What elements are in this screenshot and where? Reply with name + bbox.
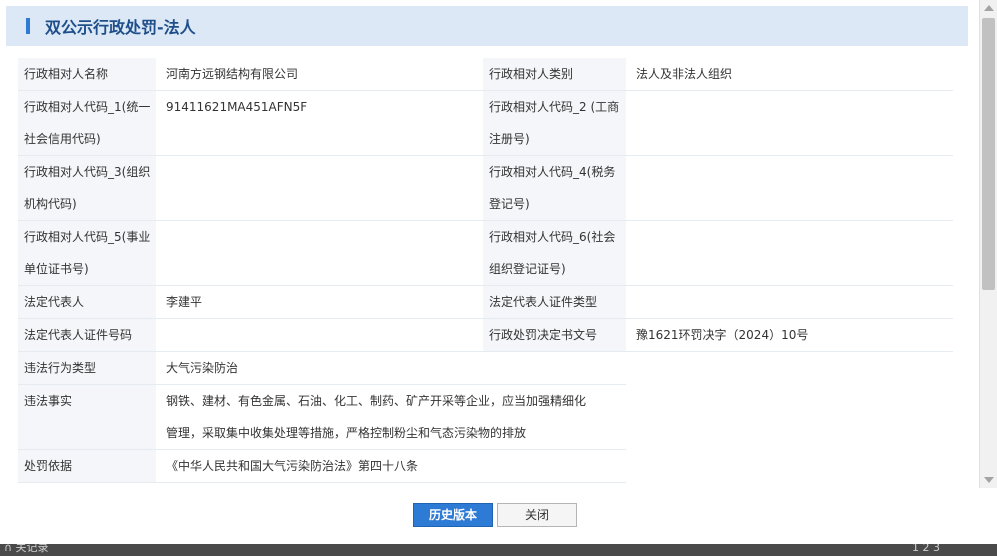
- detail-table: 行政相对人名称 河南方远钢结构有限公司 行政相对人类别 法人及非法人组织 行政相…: [18, 58, 953, 483]
- field-label: 行政相对人类别: [483, 58, 626, 91]
- table-row: 行政相对人代码_1(统一社会信用代码) 91411621MA451AFN5F 行…: [18, 90, 953, 156]
- field-label: 行政相对人代码_5(事业单位证书号): [18, 220, 156, 286]
- field-label: 违法事实: [18, 384, 156, 450]
- table-row: 行政相对人名称 河南方远钢结构有限公司 行政相对人类别 法人及非法人组织: [18, 58, 953, 91]
- table-row: 违法行为类型 大气污染防治: [18, 351, 953, 385]
- field-value: [626, 90, 953, 156]
- field-label: 法定代表人证件号码: [18, 318, 156, 352]
- field-value: [156, 155, 483, 221]
- title-accent-bar: [26, 18, 30, 34]
- field-value: 《中华人民共和国大气污染防治法》第四十八条: [156, 449, 626, 483]
- field-label: 行政相对人代码_1(统一社会信用代码): [18, 90, 156, 156]
- field-label: 行政相对人名称: [18, 58, 156, 91]
- field-label: 行政相对人代码_6(社会组织登记证号): [483, 220, 626, 286]
- field-value: 豫1621环罚决字（2024）10号: [626, 318, 953, 352]
- field-label: 法定代表人证件类型: [483, 285, 626, 319]
- dialog-title: 双公示行政处罚-法人: [45, 18, 196, 37]
- dialog-footer: 历史版本 关闭: [0, 488, 997, 544]
- close-button[interactable]: 关闭: [497, 503, 577, 527]
- field-label: 行政相对人代码_3(组织机构代码): [18, 155, 156, 221]
- scroll-down-arrow-icon[interactable]: [984, 477, 994, 483]
- field-value: [626, 285, 953, 319]
- field-value: 李建平: [156, 285, 483, 319]
- field-label: 法定代表人: [18, 285, 156, 319]
- table-row: 法定代表人证件号码 行政处罚决定书文号 豫1621环罚决字（2024）10号: [18, 318, 953, 352]
- field-value: 大气污染防治: [156, 351, 626, 385]
- field-value: 法人及非法人组织: [626, 58, 953, 91]
- table-row: 法定代表人 李建平 法定代表人证件类型: [18, 285, 953, 319]
- background-page-strip: ∩ 关记录 1 2 3: [0, 544, 997, 556]
- table-row: 行政相对人代码_3(组织机构代码) 行政相对人代码_4(税务登记号): [18, 155, 953, 221]
- field-value: 钢铁、建材、有色金属、石油、化工、制药、矿产开采等企业，应当加强精细化管理，采取…: [156, 384, 626, 450]
- field-label: 行政处罚决定书文号: [483, 318, 626, 352]
- scrollbar-thumb[interactable]: [982, 18, 995, 290]
- history-version-button[interactable]: 历史版本: [413, 503, 493, 527]
- field-value: [156, 318, 483, 352]
- detail-content[interactable]: 行政相对人名称 河南方远钢结构有限公司 行政相对人类别 法人及非法人组织 行政相…: [0, 46, 979, 488]
- background-pagination: 1 2 3: [912, 544, 940, 554]
- field-label: 违法行为类型: [18, 351, 156, 385]
- field-label: 处罚依据: [18, 449, 156, 483]
- field-value: [626, 155, 953, 221]
- dialog-header: 双公示行政处罚-法人: [6, 6, 968, 46]
- field-value: [626, 220, 953, 286]
- field-value: 河南方远钢结构有限公司: [156, 58, 483, 91]
- table-row: 处罚依据 《中华人民共和国大气污染防治法》第四十八条: [18, 449, 953, 483]
- field-label: 行政相对人代码_2 (工商注册号): [483, 90, 626, 156]
- field-value: 91411621MA451AFN5F: [156, 90, 483, 156]
- field-value: [156, 220, 483, 286]
- background-record-label: ∩ 关记录: [4, 544, 49, 554]
- table-row: 违法事实 钢铁、建材、有色金属、石油、化工、制药、矿产开采等企业，应当加强精细化…: [18, 384, 953, 450]
- scroll-up-arrow-icon[interactable]: [984, 5, 994, 11]
- table-row: 行政相对人代码_5(事业单位证书号) 行政相对人代码_6(社会组织登记证号): [18, 220, 953, 286]
- field-label: 行政相对人代码_4(税务登记号): [483, 155, 626, 221]
- vertical-scrollbar[interactable]: [979, 0, 997, 488]
